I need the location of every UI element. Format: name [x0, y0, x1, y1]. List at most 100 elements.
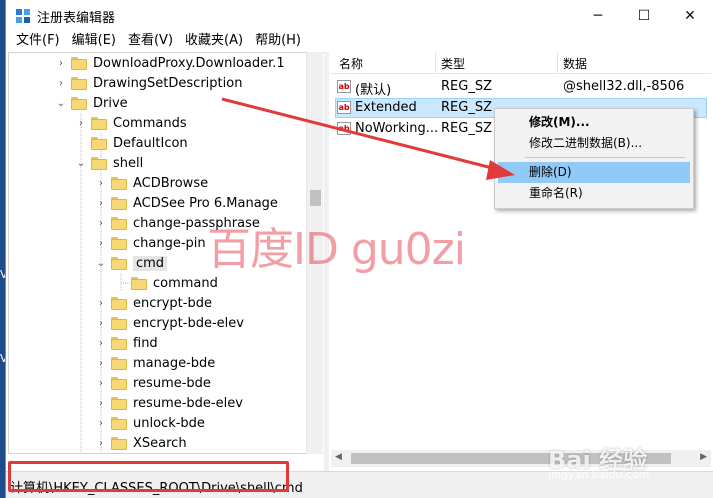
- tree-item-label: DrawingSetDescription: [93, 75, 243, 91]
- tree-item[interactable]: › find: [95, 333, 158, 353]
- chevron-right-icon[interactable]: ›: [95, 193, 107, 213]
- minimize-button[interactable]: ─: [575, 0, 621, 31]
- chevron-down-icon[interactable]: ⌄: [55, 93, 67, 113]
- list-header: 名称 类型 数据: [331, 52, 711, 74]
- folder-icon: [111, 436, 127, 450]
- value-type: REG_SZ: [441, 121, 492, 136]
- ctx-rename[interactable]: 重命名(R): [498, 183, 690, 204]
- tree-item-label: unlock-bde: [133, 415, 205, 431]
- folder-icon: [71, 76, 87, 90]
- close-button[interactable]: ✕: [667, 0, 713, 31]
- scroll-left-icon[interactable]: ◀: [335, 452, 342, 462]
- string-value-icon: ab: [337, 101, 351, 114]
- tree-item-label: DefaultIcon: [113, 135, 188, 151]
- tree-item[interactable]: DefaultIcon: [75, 133, 188, 153]
- column-header-data[interactable]: 数据: [563, 55, 587, 72]
- tree-item[interactable]: › change-pin: [95, 233, 206, 253]
- chevron-right-icon[interactable]: ›: [95, 213, 107, 233]
- chevron-right-icon[interactable]: ›: [55, 53, 67, 73]
- chevron-right-icon[interactable]: ›: [95, 373, 107, 393]
- chevron-right-icon[interactable]: ›: [95, 433, 107, 453]
- chevron-right-icon[interactable]: ›: [95, 353, 107, 373]
- tree-item[interactable]: › Commands: [75, 113, 187, 133]
- watermark-text: 百度ID gu0zi: [207, 224, 466, 275]
- chevron-right-icon[interactable]: ›: [95, 393, 107, 413]
- folder-icon: [111, 316, 127, 330]
- tree-item[interactable]: › encrypt-bde: [95, 293, 212, 313]
- menu-file[interactable]: 文件(F): [10, 31, 66, 51]
- tree-item[interactable]: › ACDSee Pro 6.Manage: [95, 193, 278, 213]
- tree-item[interactable]: ⌄ Drive: [55, 93, 128, 113]
- tree-no-expander: [115, 273, 127, 293]
- scrollbar-thumb[interactable]: [310, 190, 321, 206]
- folder-icon: [131, 276, 147, 290]
- value-name: Extended: [355, 100, 417, 115]
- tree-item-label: ACDSee Pro 6.Manage: [133, 195, 278, 211]
- tree-item[interactable]: › resume-bde-elev: [95, 393, 243, 413]
- folder-icon: [111, 176, 127, 190]
- tree-item-label: ACDBrowse: [133, 175, 209, 191]
- tree-item-label: shell: [113, 155, 144, 171]
- path-annotation-box: [8, 461, 289, 492]
- column-divider[interactable]: [557, 52, 558, 74]
- chevron-down-icon[interactable]: ⌄: [75, 153, 87, 173]
- folder-icon: [111, 196, 127, 210]
- menu-bar: 文件(F) 编辑(E) 查看(V) 收藏夹(A) 帮助(H): [6, 31, 713, 51]
- chevron-right-icon[interactable]: ›: [95, 293, 107, 313]
- ctx-modify-binary[interactable]: 修改二进制数据(B)...: [498, 133, 690, 154]
- registry-app-icon: [16, 9, 30, 23]
- chevron-right-icon[interactable]: ›: [95, 233, 107, 253]
- tree-item[interactable]: › XSearch: [95, 433, 187, 453]
- menu-help[interactable]: 帮助(H): [249, 31, 307, 51]
- ctx-modify[interactable]: 修改(M)...: [498, 112, 690, 133]
- tree-item[interactable]: › encrypt-bde-elev: [95, 313, 244, 333]
- tree-item-label: Commands: [113, 115, 187, 131]
- chevron-right-icon[interactable]: ›: [95, 413, 107, 433]
- tree-item-label: resume-bde-elev: [133, 395, 243, 411]
- baidu-jingyan-url: jingyan.baidu.com: [548, 468, 650, 481]
- tree-item-label: DownloadProxy.Downloader.1: [93, 55, 285, 71]
- scroll-right-icon[interactable]: ▶: [700, 452, 707, 462]
- folder-icon: [111, 336, 127, 350]
- tree-item[interactable]: command: [115, 273, 218, 293]
- column-header-name[interactable]: 名称: [339, 55, 363, 72]
- folder-icon: [111, 396, 127, 410]
- tree-item[interactable]: › unlock-bde: [95, 413, 205, 433]
- chevron-right-icon[interactable]: ›: [95, 313, 107, 333]
- value-data: @shell32.dll,-8506: [563, 79, 685, 94]
- chevron-right-icon[interactable]: ›: [95, 173, 107, 193]
- column-divider[interactable]: [435, 52, 436, 74]
- folder-icon: [111, 416, 127, 430]
- chevron-down-icon[interactable]: ⌄: [95, 253, 107, 273]
- tree-item[interactable]: › manage-bde: [95, 353, 215, 373]
- menu-view[interactable]: 查看(V): [122, 31, 179, 51]
- tree-item-label: Drive: [93, 95, 128, 111]
- chevron-right-icon[interactable]: ›: [55, 73, 67, 93]
- tree-item-label: change-pin: [133, 235, 206, 251]
- value-name: (默认): [355, 83, 392, 98]
- menu-edit[interactable]: 编辑(E): [66, 31, 122, 51]
- tree-item-selected[interactable]: ⌄ cmd: [95, 253, 168, 273]
- tree-item[interactable]: ⌄ shell: [75, 153, 143, 173]
- column-header-type[interactable]: 类型: [441, 55, 465, 72]
- chevron-right-icon[interactable]: ›: [95, 333, 107, 353]
- maximize-button[interactable]: ☐: [621, 0, 667, 31]
- folder-icon: [111, 256, 127, 270]
- string-value-icon: ab: [337, 80, 351, 93]
- tree-item[interactable]: › DownloadProxy.Downloader.1: [55, 53, 285, 73]
- list-horizontal-scrollbar[interactable]: ◀ ▶: [331, 450, 711, 467]
- tree-item-label: XSearch: [133, 435, 187, 451]
- value-type: REG_SZ: [441, 79, 492, 94]
- tree-item-label: encrypt-bde: [133, 295, 212, 311]
- tree-item[interactable]: › resume-bde: [95, 373, 211, 393]
- list-row[interactable]: ab (默认) REG_SZ @shell32.dll,-8506: [335, 77, 707, 98]
- folder-icon: [91, 156, 107, 170]
- tree-item-label: cmd: [133, 255, 168, 271]
- string-value-icon: ab: [337, 122, 351, 135]
- tree-item-label: find: [133, 335, 158, 351]
- menu-favorites[interactable]: 收藏夹(A): [179, 31, 249, 51]
- tree-item[interactable]: › DrawingSetDescription: [55, 73, 242, 93]
- ctx-delete[interactable]: 删除(D): [498, 162, 690, 183]
- tree-item[interactable]: › ACDBrowse: [95, 173, 208, 193]
- chevron-right-icon[interactable]: ›: [75, 113, 87, 133]
